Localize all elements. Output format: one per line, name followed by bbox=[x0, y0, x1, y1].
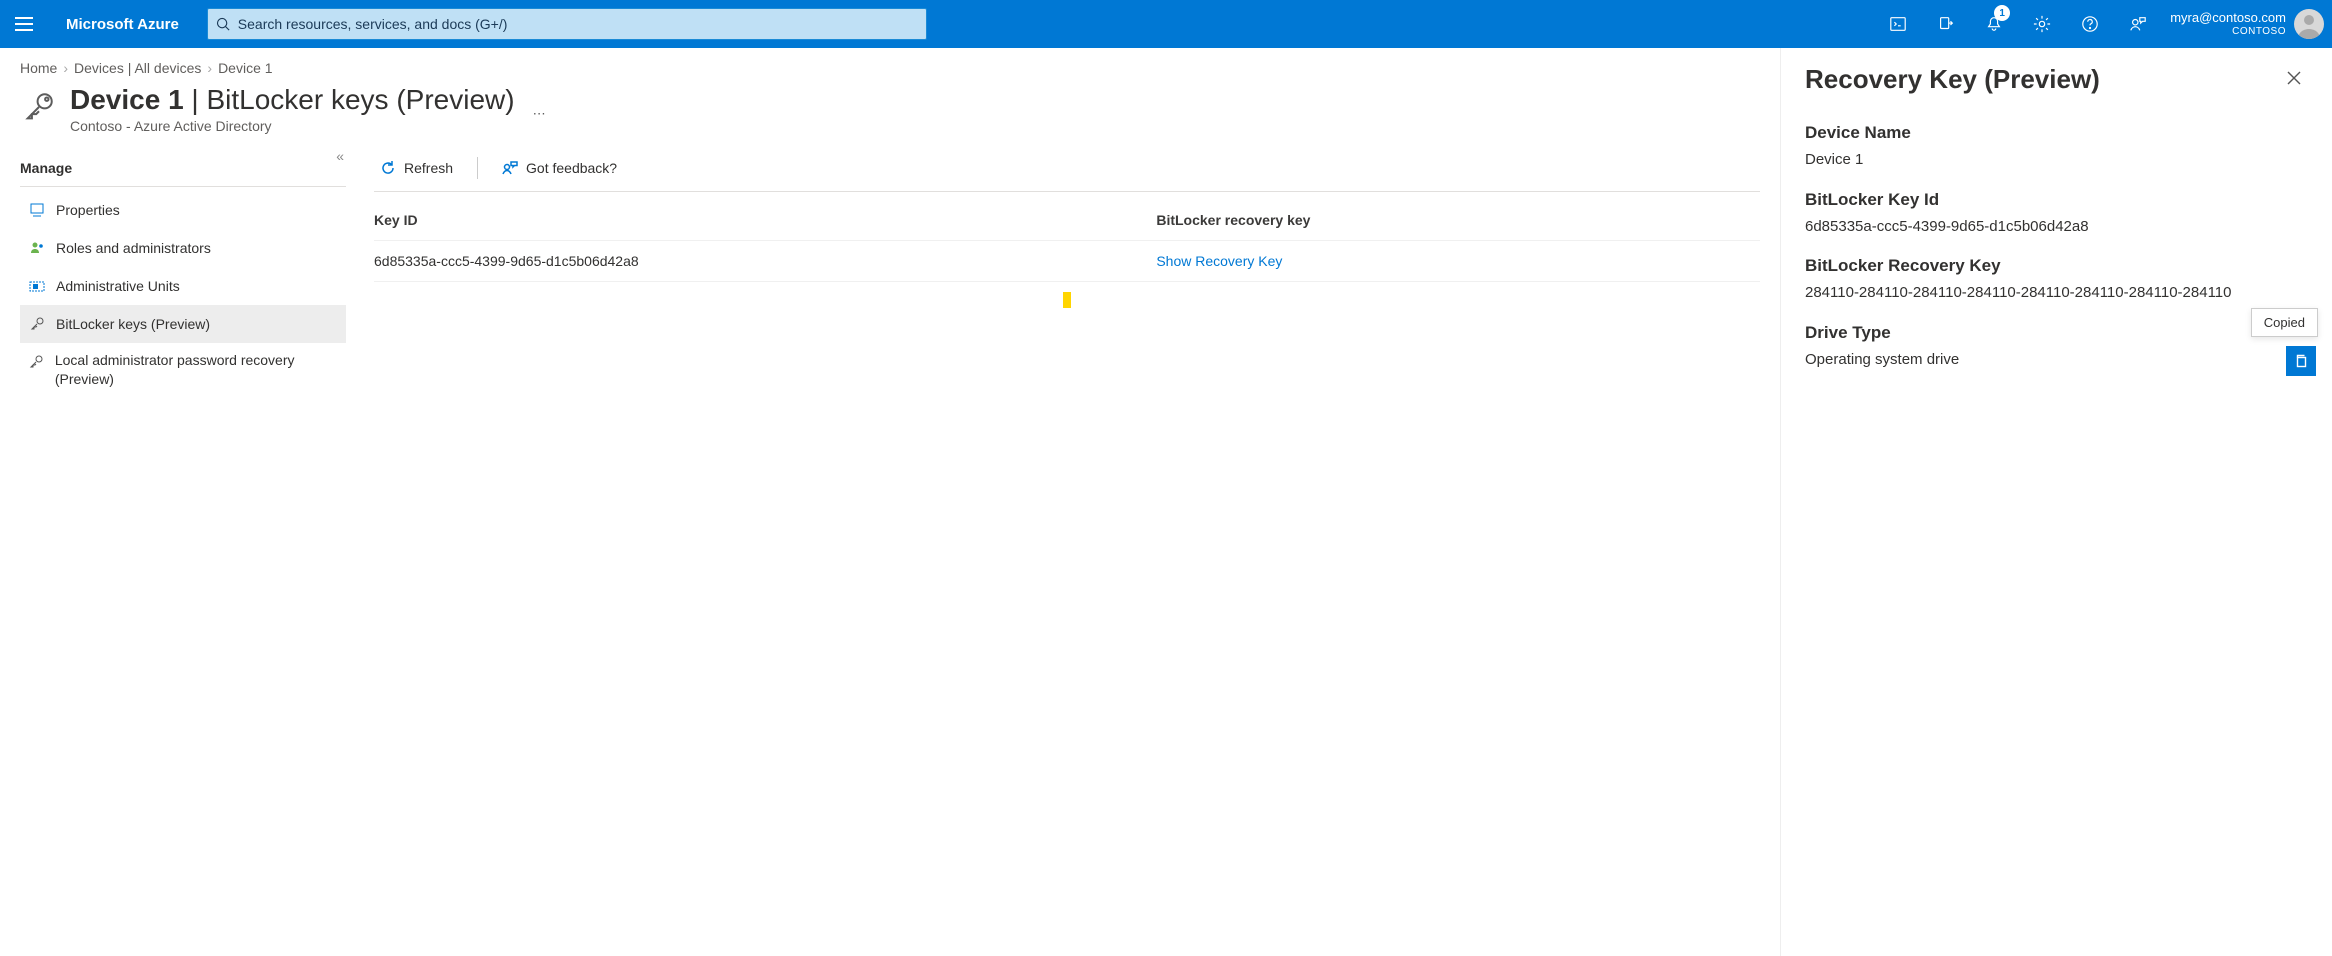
sidebar-item-properties[interactable]: Properties bbox=[20, 191, 346, 229]
refresh-label: Refresh bbox=[404, 160, 453, 176]
sidebar-item-admin-units[interactable]: Administrative Units bbox=[20, 267, 346, 305]
cloud-shell-button[interactable] bbox=[1874, 0, 1922, 48]
breadcrumb-item[interactable]: Devices | All devices bbox=[74, 60, 201, 76]
close-panel-button[interactable] bbox=[2280, 64, 2308, 95]
drive-type-value: Operating system drive bbox=[1805, 349, 2308, 372]
roles-icon bbox=[28, 239, 46, 257]
page-title-strong: Device 1 bbox=[70, 84, 184, 115]
top-utility-icons: 1 myra@contoso.com CONTOSO bbox=[1874, 0, 2332, 48]
sidebar-item-roles[interactable]: Roles and administrators bbox=[20, 229, 346, 267]
cell-recovery-action: Show Recovery Key bbox=[1156, 241, 1760, 281]
person-feedback-icon bbox=[2129, 15, 2147, 33]
recovery-key-label: BitLocker Recovery Key bbox=[1805, 256, 2308, 276]
copy-icon bbox=[2293, 353, 2309, 369]
cell-key-id: 6d85335a-ccc5-4399-9d65-d1c5b06d42a8 bbox=[374, 241, 1156, 281]
chevron-right-icon: › bbox=[207, 60, 212, 76]
properties-icon bbox=[28, 201, 46, 219]
person-feedback-icon bbox=[502, 160, 518, 176]
table-row: 6d85335a-ccc5-4399-9d65-d1c5b06d42a8 Sho… bbox=[374, 241, 1760, 282]
panel-title: Recovery Key (Preview) bbox=[1805, 64, 2100, 95]
settings-button[interactable] bbox=[2018, 0, 2066, 48]
admin-units-icon bbox=[28, 277, 46, 295]
notification-badge: 1 bbox=[1994, 5, 2010, 21]
search-box[interactable] bbox=[207, 8, 927, 40]
sidebar-item-label: Properties bbox=[56, 202, 120, 218]
key-icon bbox=[28, 353, 45, 371]
help-icon bbox=[2081, 15, 2099, 33]
page-subtitle: Contoso - Azure Active Directory bbox=[70, 118, 515, 134]
key-id-label: BitLocker Key Id bbox=[1805, 190, 2308, 210]
hamburger-icon bbox=[15, 15, 33, 33]
key-icon bbox=[20, 88, 58, 126]
page-title-rest: | BitLocker keys (Preview) bbox=[184, 84, 515, 115]
recovery-key-panel: Recovery Key (Preview) Device Name Devic… bbox=[1780, 48, 2332, 956]
breadcrumb: Home › Devices | All devices › Device 1 bbox=[20, 60, 1760, 76]
sidebar-item-laps[interactable]: Local administrator password recovery (P… bbox=[20, 343, 346, 397]
chevron-right-icon: › bbox=[63, 60, 68, 76]
col-header-key-id[interactable]: Key ID bbox=[374, 200, 1156, 240]
refresh-button[interactable]: Refresh bbox=[374, 156, 459, 180]
notifications-button[interactable]: 1 bbox=[1970, 0, 2018, 48]
gear-icon bbox=[2033, 15, 2051, 33]
feedback-button[interactable] bbox=[2114, 0, 2162, 48]
more-actions-button[interactable]: ⋯ bbox=[527, 98, 552, 130]
feedback-button[interactable]: Got feedback? bbox=[496, 156, 623, 180]
key-icon bbox=[28, 315, 46, 333]
page-title: Device 1 | BitLocker keys (Preview) bbox=[70, 84, 515, 116]
table-header-row: Key ID BitLocker recovery key bbox=[374, 200, 1760, 241]
filter-icon bbox=[1937, 15, 1955, 33]
refresh-icon bbox=[380, 160, 396, 176]
breadcrumb-item[interactable]: Device 1 bbox=[218, 60, 272, 76]
copy-recovery-key-button[interactable] bbox=[2286, 346, 2316, 376]
close-icon bbox=[2286, 70, 2302, 86]
show-recovery-key-link[interactable]: Show Recovery Key bbox=[1156, 253, 1282, 269]
main-column: Home › Devices | All devices › Device 1 … bbox=[0, 48, 1780, 956]
search-input[interactable] bbox=[238, 16, 918, 32]
account-button[interactable]: myra@contoso.com CONTOSO bbox=[2162, 9, 2332, 39]
sidebar-item-label: Local administrator password recovery (P… bbox=[55, 351, 338, 389]
drive-type-label: Drive Type bbox=[1805, 323, 2308, 343]
command-bar: Refresh Got feedback? bbox=[374, 152, 1760, 192]
breadcrumb-item[interactable]: Home bbox=[20, 60, 57, 76]
feedback-label: Got feedback? bbox=[526, 160, 617, 176]
user-info: myra@contoso.com CONTOSO bbox=[2170, 10, 2286, 38]
col-header-recovery-key[interactable]: BitLocker recovery key bbox=[1156, 200, 1760, 240]
bitlocker-keys-table: Key ID BitLocker recovery key 6d85335a-c… bbox=[374, 200, 1760, 282]
page-header: Device 1 | BitLocker keys (Preview) Cont… bbox=[20, 84, 1760, 134]
content-area: Home › Devices | All devices › Device 1 … bbox=[0, 48, 2332, 956]
top-bar: Microsoft Azure 1 myra@contoso.com bbox=[0, 0, 2332, 48]
search-wrap bbox=[207, 8, 927, 40]
recovery-key-value: 284110-284110-284110-284110-284110-28411… bbox=[1805, 282, 2308, 305]
panel-header: Recovery Key (Preview) bbox=[1805, 64, 2308, 95]
avatar bbox=[2294, 9, 2324, 39]
copied-tooltip: Copied bbox=[2251, 308, 2318, 337]
cloud-shell-icon bbox=[1889, 15, 1907, 33]
sidebar-item-label: BitLocker keys (Preview) bbox=[56, 316, 210, 332]
sidebar-item-label: Administrative Units bbox=[56, 278, 180, 294]
help-button[interactable] bbox=[2066, 0, 2114, 48]
toolbar-separator bbox=[477, 157, 478, 179]
user-tenant: CONTOSO bbox=[2170, 26, 2286, 38]
collapse-sidebar-button[interactable]: « bbox=[336, 148, 340, 164]
key-id-value: 6d85335a-ccc5-4399-9d65-d1c5b06d42a8 bbox=[1805, 216, 2308, 239]
main-pane: Refresh Got feedback? Key ID BitLocker r… bbox=[346, 152, 1760, 397]
sidebar: « Manage Properties Roles and administra… bbox=[20, 152, 346, 397]
brand-label[interactable]: Microsoft Azure bbox=[48, 16, 207, 33]
sidebar-heading: Manage bbox=[20, 152, 346, 187]
sidebar-item-label: Roles and administrators bbox=[56, 240, 211, 256]
loading-indicator bbox=[1063, 292, 1071, 308]
sidebar-item-bitlocker-keys[interactable]: BitLocker keys (Preview) bbox=[20, 305, 346, 343]
search-icon bbox=[216, 17, 230, 31]
user-email: myra@contoso.com bbox=[2170, 10, 2286, 26]
directory-filter-button[interactable] bbox=[1922, 0, 1970, 48]
menu-toggle-button[interactable] bbox=[0, 0, 48, 48]
device-name-label: Device Name bbox=[1805, 123, 2308, 143]
two-column-layout: « Manage Properties Roles and administra… bbox=[20, 152, 1760, 397]
device-name-value: Device 1 bbox=[1805, 149, 2308, 172]
